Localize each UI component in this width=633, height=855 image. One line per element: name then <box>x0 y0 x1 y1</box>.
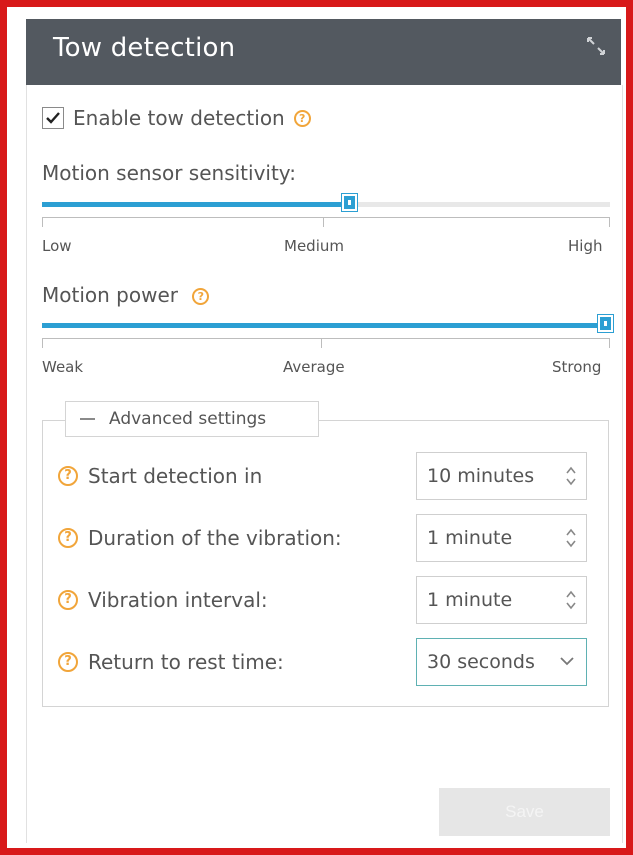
help-icon[interactable]: ? <box>58 652 78 672</box>
collapse-icon <box>80 418 95 420</box>
start-detection-row: ? Start detection in 10 minutes <box>58 452 598 500</box>
slider-track <box>42 323 610 328</box>
vibration-duration-row: ? Duration of the vibration: 1 minute <box>58 514 598 562</box>
start-detection-spinner[interactable]: 10 minutes <box>416 452 587 500</box>
window-header: Tow detection <box>26 19 621 85</box>
advanced-settings-group: Advanced settings ? Start detection in 1… <box>42 401 609 707</box>
scale-strong: Strong <box>552 358 602 376</box>
vibration-duration-label: Duration of the vibration: <box>88 526 342 550</box>
enable-label: Enable tow detection <box>73 106 285 130</box>
power-scale <box>42 338 610 351</box>
vibration-interval-label-group: ? Vibration interval: <box>58 588 268 612</box>
start-detection-label-group: ? Start detection in <box>58 464 262 488</box>
vibration-duration-label-group: ? Duration of the vibration: <box>58 526 342 550</box>
power-slider[interactable] <box>42 314 614 335</box>
tick <box>609 218 610 227</box>
help-icon[interactable]: ? <box>192 288 210 305</box>
tick <box>323 218 324 227</box>
tick <box>42 339 43 348</box>
power-label: Motion power <box>42 283 178 307</box>
return-rest-label: Return to rest time: <box>88 650 284 674</box>
advanced-settings-toggle[interactable]: Advanced settings <box>65 401 319 437</box>
scale-high: High <box>568 237 603 255</box>
check-icon <box>46 112 60 124</box>
restore-icon[interactable] <box>585 35 607 57</box>
help-icon[interactable]: ? <box>293 109 311 127</box>
help-icon[interactable]: ? <box>58 590 78 610</box>
vibration-interval-value: 1 minute <box>427 589 513 611</box>
slider-fill <box>42 202 349 207</box>
tick <box>609 339 610 348</box>
vibration-duration-spinner[interactable]: 1 minute <box>416 514 587 562</box>
scale-low: Low <box>42 237 72 255</box>
slider-handle[interactable] <box>340 193 358 212</box>
advanced-settings-label: Advanced settings <box>109 409 267 429</box>
settings-panel: Enable tow detection ? Motion sensor sen… <box>26 85 623 843</box>
start-detection-label: Start detection in <box>88 464 263 488</box>
start-detection-value: 10 minutes <box>427 465 535 487</box>
tick <box>42 218 43 227</box>
enable-checkbox[interactable] <box>42 107 64 129</box>
slider-fill <box>42 323 610 328</box>
vibration-interval-row: ? Vibration interval: 1 minute <box>58 576 598 624</box>
scale-weak: Weak <box>42 358 84 376</box>
spinner-arrows-icon[interactable] <box>566 464 576 488</box>
spinner-arrows-icon[interactable] <box>566 526 576 550</box>
return-rest-label-group: ? Return to rest time: <box>58 650 284 674</box>
vibration-interval-spinner[interactable]: 1 minute <box>416 576 587 624</box>
return-rest-row: ? Return to rest time: 30 seconds <box>58 638 598 686</box>
help-icon[interactable]: ? <box>58 466 78 486</box>
scale-average: Average <box>283 358 345 376</box>
vibration-interval-label: Vibration interval: <box>88 588 268 612</box>
chevron-down-icon[interactable] <box>560 655 574 667</box>
slider-track <box>42 202 610 207</box>
sensitivity-label: Motion sensor sensitivity: <box>42 161 296 185</box>
slider-handle[interactable] <box>597 314 614 333</box>
enable-row: Enable tow detection ? <box>42 103 311 133</box>
spinner-arrows-icon[interactable] <box>566 588 576 612</box>
return-rest-select[interactable]: 30 seconds <box>416 638 587 686</box>
power-label-row: Motion power ? <box>42 283 210 307</box>
sensitivity-scale <box>42 217 610 230</box>
save-button[interactable]: Save <box>439 788 610 836</box>
help-icon[interactable]: ? <box>58 528 78 548</box>
sensitivity-slider[interactable] <box>42 193 610 214</box>
tick <box>321 339 322 348</box>
return-rest-value: 30 seconds <box>427 651 535 673</box>
scale-medium: Medium <box>284 237 344 255</box>
window-title: Tow detection <box>53 33 236 63</box>
vibration-duration-value: 1 minute <box>427 527 513 549</box>
